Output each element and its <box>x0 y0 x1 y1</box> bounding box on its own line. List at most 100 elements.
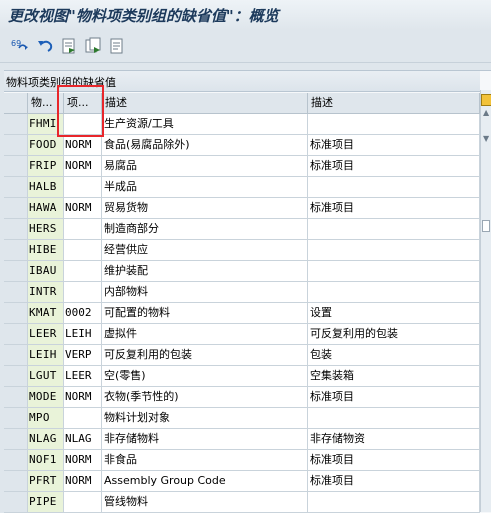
row-selector[interactable] <box>4 387 28 408</box>
table-row[interactable]: FHMI 生产资源/工具 <box>4 114 480 135</box>
material-group-cell[interactable]: HIBE <box>28 240 64 261</box>
material-group-cell[interactable]: FRIP <box>28 156 64 177</box>
column-header-item-category[interactable]: 项... <box>64 93 102 114</box>
item-category-cell[interactable]: NORM <box>64 198 102 219</box>
row-selector[interactable] <box>4 345 28 366</box>
table-row[interactable]: PFRT NORM Assembly Group Code 标准项目 <box>4 471 480 492</box>
table-row[interactable]: MODE NORM 衣物(季节性的) 标准项目 <box>4 387 480 408</box>
description-cell: 物料计划对象 <box>102 408 308 429</box>
row-selector[interactable] <box>4 135 28 156</box>
item-category-cell[interactable] <box>64 282 102 303</box>
table-row[interactable]: FRIP NORM 易腐品 标准项目 <box>4 156 480 177</box>
column-header-category-description[interactable]: 描述 <box>308 93 480 114</box>
material-group-cell[interactable]: LGUT <box>28 366 64 387</box>
table-row[interactable]: LEIH VERP 可反复利用的包装 包装 <box>4 345 480 366</box>
row-selector[interactable] <box>4 492 28 513</box>
row-selector[interactable] <box>4 471 28 492</box>
row-selector[interactable] <box>4 450 28 471</box>
category-description-cell: 可反复利用的包装 <box>308 324 480 345</box>
material-group-cell[interactable]: FOOD <box>28 135 64 156</box>
material-group-cell[interactable]: MPO <box>28 408 64 429</box>
item-category-cell[interactable]: NORM <box>64 450 102 471</box>
column-header-description[interactable]: 描述 <box>102 93 308 114</box>
scroll-down-icon[interactable]: ▼ <box>483 134 489 143</box>
description-cell: 虚拟件 <box>102 324 308 345</box>
material-group-cell[interactable]: PIPE <box>28 492 64 513</box>
scroll-up-icon[interactable]: ▲ <box>483 108 489 117</box>
item-category-cell[interactable]: NORM <box>64 135 102 156</box>
vertical-scrollbar[interactable]: ▲ ▼ <box>480 90 491 512</box>
item-category-cell[interactable] <box>64 492 102 513</box>
scroll-thumb[interactable] <box>482 220 490 232</box>
row-selector[interactable] <box>4 177 28 198</box>
item-category-cell[interactable] <box>64 261 102 282</box>
table-row[interactable]: PIPE 管线物料 <box>4 492 480 513</box>
row-selector[interactable] <box>4 261 28 282</box>
table-row[interactable]: HIBE 经营供应 <box>4 240 480 261</box>
item-category-cell[interactable]: NORM <box>64 156 102 177</box>
row-selector[interactable] <box>4 429 28 450</box>
material-group-cell[interactable]: NLAG <box>28 429 64 450</box>
table-row[interactable]: IBAU 维护装配 <box>4 261 480 282</box>
material-group-cell[interactable]: NOF1 <box>28 450 64 471</box>
delete-icon[interactable] <box>108 37 126 55</box>
item-category-cell[interactable]: NLAG <box>64 429 102 450</box>
material-group-cell[interactable]: HERS <box>28 219 64 240</box>
item-category-cell[interactable]: LEIH <box>64 324 102 345</box>
material-group-cell[interactable]: LEIH <box>28 345 64 366</box>
material-group-cell[interactable]: HALB <box>28 177 64 198</box>
table-row[interactable]: INTR 内部物料 <box>4 282 480 303</box>
item-category-cell[interactable]: NORM <box>64 387 102 408</box>
category-description-cell: 包装 <box>308 345 480 366</box>
row-selector[interactable] <box>4 114 28 135</box>
item-category-cell[interactable] <box>64 177 102 198</box>
table-row[interactable]: NLAG NLAG 非存储物料 非存储物资 <box>4 429 480 450</box>
description-cell: 内部物料 <box>102 282 308 303</box>
table-row[interactable]: NOF1 NORM 非食品 标准项目 <box>4 450 480 471</box>
table-row[interactable]: FOOD NORM 食品(易腐品除外) 标准项目 <box>4 135 480 156</box>
row-selector[interactable] <box>4 240 28 261</box>
category-description-cell: 空集装箱 <box>308 366 480 387</box>
table-settings-icon[interactable] <box>481 94 491 106</box>
material-group-cell[interactable]: FHMI <box>28 114 64 135</box>
item-category-cell[interactable]: 0002 <box>64 303 102 324</box>
table-row[interactable]: LEER LEIH 虚拟件 可反复利用的包装 <box>4 324 480 345</box>
application-toolbar: 69 <box>0 30 491 63</box>
item-category-cell[interactable] <box>64 219 102 240</box>
material-group-cell[interactable]: HAWA <box>28 198 64 219</box>
row-selector[interactable] <box>4 198 28 219</box>
row-selector[interactable] <box>4 324 28 345</box>
column-header-material-group[interactable]: 物... <box>28 93 64 114</box>
item-category-cell[interactable] <box>64 114 102 135</box>
material-group-cell[interactable]: KMAT <box>28 303 64 324</box>
item-category-cell[interactable] <box>64 240 102 261</box>
category-description-cell: 非存储物资 <box>308 429 480 450</box>
row-selector[interactable] <box>4 282 28 303</box>
material-group-cell[interactable]: MODE <box>28 387 64 408</box>
item-category-cell[interactable]: VERP <box>64 345 102 366</box>
item-category-cell[interactable] <box>64 408 102 429</box>
display-change-icon[interactable]: 69 <box>10 37 32 55</box>
select-all-header[interactable] <box>4 93 28 114</box>
table-row[interactable]: HALB 半成品 <box>4 177 480 198</box>
material-group-cell[interactable]: LEER <box>28 324 64 345</box>
table-row[interactable]: HAWA NORM 贸易货物 标准项目 <box>4 198 480 219</box>
table-row[interactable]: KMAT 0002 可配置的物料 设置 <box>4 303 480 324</box>
item-category-cell[interactable]: NORM <box>64 471 102 492</box>
row-selector[interactable] <box>4 366 28 387</box>
item-category-cell[interactable]: LEER <box>64 366 102 387</box>
material-group-cell[interactable]: PFRT <box>28 471 64 492</box>
table-row[interactable]: HERS 制造商部分 <box>4 219 480 240</box>
material-group-cell[interactable]: IBAU <box>28 261 64 282</box>
table-row[interactable]: MPO 物料计划对象 <box>4 408 480 429</box>
row-selector[interactable] <box>4 408 28 429</box>
table-row[interactable]: LGUT LEER 空(零售) 空集装箱 <box>4 366 480 387</box>
row-selector[interactable] <box>4 303 28 324</box>
material-group-cell[interactable]: INTR <box>28 282 64 303</box>
detail-icon[interactable] <box>60 37 78 55</box>
panel-title-bar: 物料项类别组的缺省值 <box>4 71 480 92</box>
row-selector[interactable] <box>4 219 28 240</box>
undo-icon[interactable] <box>36 37 54 55</box>
row-selector[interactable] <box>4 156 28 177</box>
copy-icon[interactable] <box>84 37 102 55</box>
